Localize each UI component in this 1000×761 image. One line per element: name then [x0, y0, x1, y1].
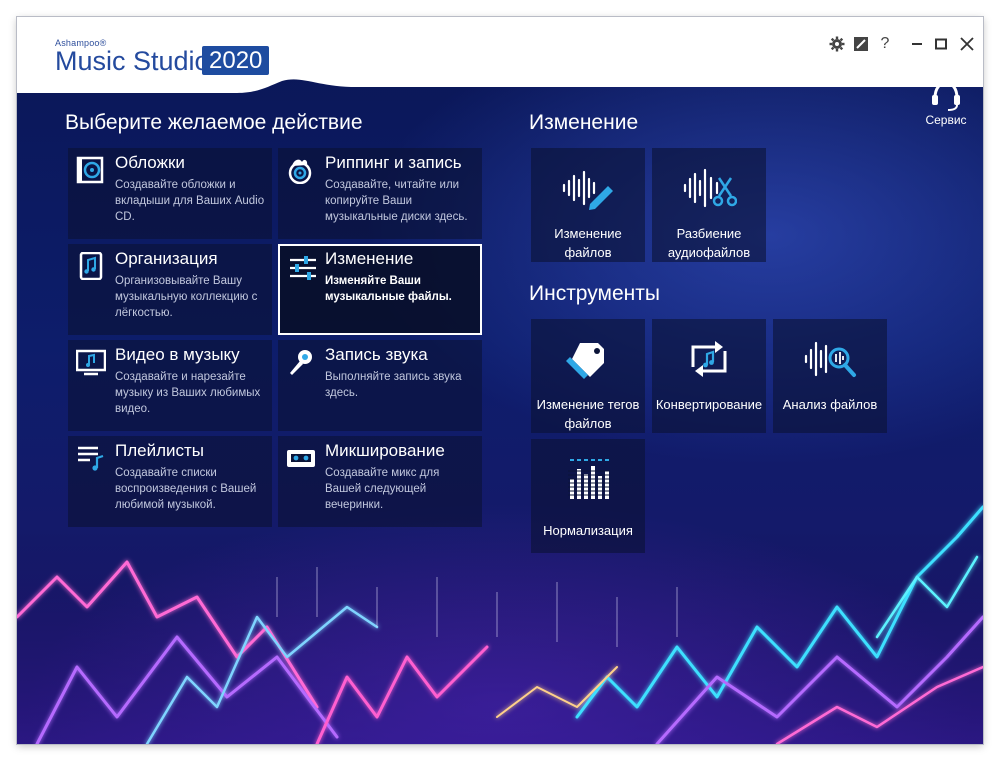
app-window: Ashampoo® Music Studio 2020 ? Сервис Выб… — [17, 17, 983, 744]
tool-label: Анализ файлов — [782, 397, 878, 412]
tag-icon — [566, 343, 604, 379]
tile-description: Создавайте обложки и вкладыши для Ваших … — [115, 179, 265, 223]
tool-edit-files[interactable]: Изменение файлов — [531, 148, 645, 262]
sliders-icon — [290, 256, 316, 280]
title-bar: Ashampoo® Music Studio 2020 ? — [17, 17, 983, 93]
tile-description: Организовывайте Вашу музыкальную коллекц… — [115, 275, 258, 319]
tool-label: Изменение файлов — [554, 226, 622, 260]
tile-edit[interactable]: Изменение Изменяйте Ваши музыкальные фай… — [278, 244, 482, 335]
tile-title: Обложки — [115, 153, 185, 172]
maximize-icon[interactable] — [931, 34, 951, 54]
service-button[interactable]: Сервис — [923, 79, 969, 127]
gear-icon[interactable] — [827, 34, 847, 54]
tile-title: Организация — [115, 249, 218, 268]
microphone-icon — [290, 350, 312, 375]
close-icon[interactable] — [957, 34, 977, 54]
tile-title: Изменение — [325, 249, 414, 268]
convert-icon — [691, 341, 727, 377]
tool-normalize[interactable]: Нормализация — [531, 439, 645, 553]
tile-description: Выполняйте запись звука здесь. — [325, 371, 462, 399]
tool-label: Конвертирование — [655, 397, 763, 412]
waveform-magnifier-icon — [804, 341, 856, 377]
editing-heading: Изменение — [529, 111, 639, 134]
tile-covers[interactable]: Обложки Создавайте обложки и вкладыши дл… — [68, 148, 272, 239]
minimize-icon[interactable] — [907, 34, 927, 54]
instruments-heading: Инструменты — [529, 282, 660, 305]
disc-burn-icon — [288, 159, 312, 184]
tile-description: Изменяйте Ваши музыкальные файлы. — [325, 275, 452, 303]
waveform-pencil-icon — [562, 170, 613, 210]
monitor-music-icon — [76, 349, 106, 376]
tool-convert[interactable]: Конвертирование — [652, 319, 766, 433]
equalizer-icon — [568, 459, 610, 499]
cd-case-icon — [76, 156, 104, 184]
tile-playlists[interactable]: Плейлисты Создавайте списки воспроизведе… — [68, 436, 272, 527]
tile-recording[interactable]: Запись звука Выполняйте запись звука зде… — [278, 340, 482, 431]
tool-edit-tags[interactable]: Изменение тегов файлов — [531, 319, 645, 433]
tile-description: Создавайте, читайте или копируйте Ваши м… — [325, 179, 468, 223]
tool-label: Разбиение аудиофайлов — [667, 226, 751, 260]
waveform-scissors-icon — [683, 168, 737, 208]
tile-description: Создавайте микс для Вашей следующей вече… — [325, 467, 440, 511]
tile-organize[interactable]: Организация Организовывайте Вашу музыкал… — [68, 244, 272, 335]
tile-description: Создавайте списки воспроизведения с Ваше… — [115, 467, 257, 511]
app-year-badge: 2020 — [202, 46, 270, 75]
tile-title: Риппинг и запись — [325, 153, 462, 172]
tool-label: Изменение тегов файлов — [536, 397, 640, 431]
tile-title: Микширование — [325, 441, 445, 460]
tool-label: Нормализация — [543, 523, 633, 538]
headset-icon — [932, 81, 960, 111]
actions-heading: Выберите желаемое действие — [65, 111, 363, 134]
tile-description: Создавайте и нарезайте музыку из Ваших л… — [115, 371, 261, 415]
tile-video-to-music[interactable]: Видео в музыку Создавайте и нарезайте му… — [68, 340, 272, 431]
tile-title: Плейлисты — [115, 441, 205, 460]
app-title: Music Studio — [55, 46, 210, 76]
service-label: Сервис — [925, 113, 967, 127]
playlist-icon — [78, 446, 104, 471]
tile-mixing[interactable]: Микширование Создавайте микс для Вашей с… — [278, 436, 482, 527]
brush-icon[interactable] — [851, 34, 871, 54]
tile-title: Видео в музыку — [115, 345, 240, 364]
tool-split-audio[interactable]: Разбиение аудиофайлов — [652, 148, 766, 262]
tile-ripping[interactable]: Риппинг и запись Создавайте, читайте или… — [278, 148, 482, 239]
music-file-icon — [79, 252, 103, 280]
tool-analyze[interactable]: Анализ файлов — [773, 319, 887, 433]
cassette-icon — [287, 450, 315, 467]
help-button[interactable]: ? — [875, 34, 895, 54]
tile-title: Запись звука — [325, 345, 428, 364]
